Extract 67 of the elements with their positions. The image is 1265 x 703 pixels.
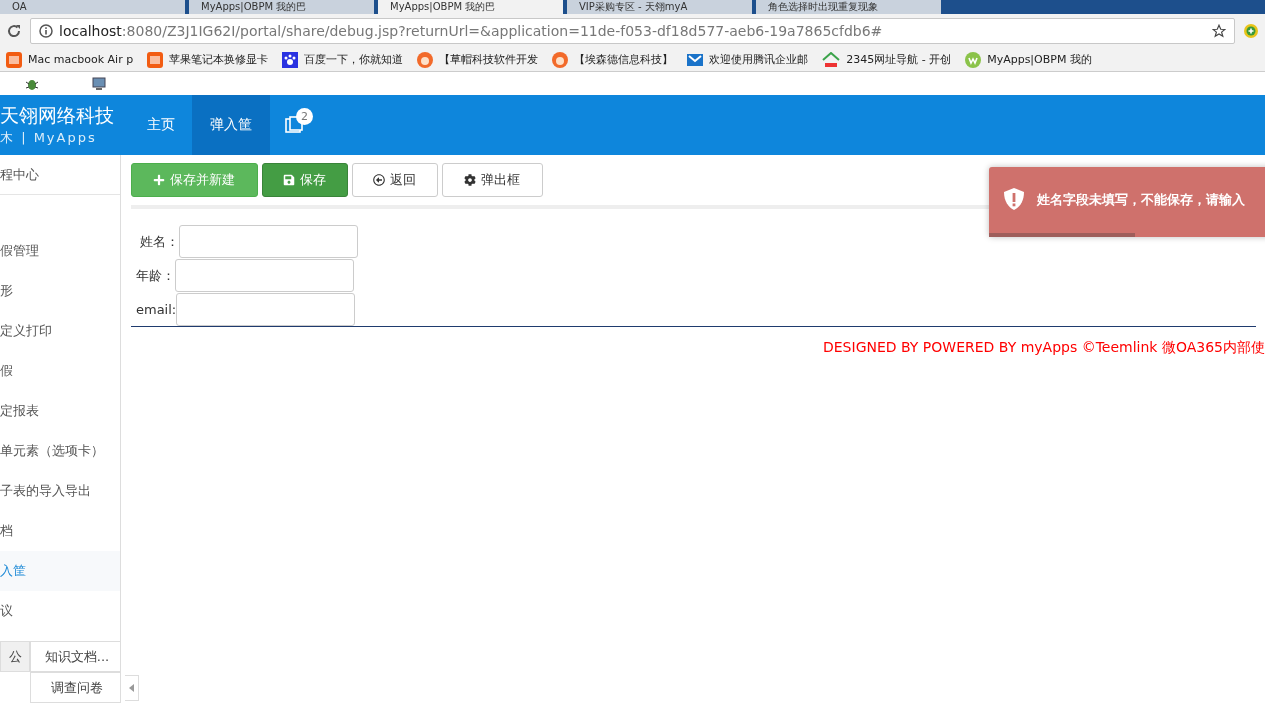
field-label: 年龄：	[136, 266, 175, 285]
sidebar-item[interactable]: 档	[0, 511, 120, 551]
sidebar-item[interactable]: 单元素（选项卡）	[0, 431, 120, 471]
sidebar-item[interactable]: 形	[0, 271, 120, 311]
caret-left-icon	[129, 684, 134, 692]
browser-tab[interactable]: 角色选择时出现重复现象	[756, 0, 941, 14]
info-icon	[39, 24, 53, 38]
bottom-tab[interactable]: 知识文档...	[30, 641, 120, 672]
paw-icon	[282, 51, 299, 68]
field-label: email:	[136, 302, 177, 317]
sidebar-item[interactable]: 议	[0, 591, 120, 631]
toolbar-button[interactable]: 返回	[352, 163, 438, 197]
collapse-handle[interactable]	[125, 675, 139, 701]
nav-tab[interactable]: 弹入筐	[192, 95, 270, 155]
url-text: localhost:8080/Z3J1IG62I/portal/share/debug.jsp?returnUrl=&application=11de-f053-df18d577-aeb6-19a7865cfdb6#	[59, 23, 883, 39]
bookmark[interactable]: 【埃森德信息科技】	[552, 51, 674, 68]
toast-message: 姓名字段未填写，不能保存，请输入	[1037, 190, 1245, 209]
w-logo-icon	[965, 51, 982, 68]
bookmark-label: MyApps|OBPM 我的	[987, 52, 1092, 67]
footer-text: DESIGNED BY POWERED BY myApps ©Teemlink 微OA365内部使	[822, 338, 1265, 357]
address-field[interactable]: localhost:8080/Z3J1IG62I/portal/share/debug.jsp?returnUrl=&application=11de-f053-df18d577-aeb6-19a7865cfdb6#	[30, 18, 1235, 44]
field-label: 姓名：	[140, 232, 179, 251]
bookmark[interactable]: 苹果笔记本换修显卡	[147, 51, 269, 68]
bookmark-label: 百度一下，你就知道	[304, 52, 404, 67]
sidebar-item[interactable]: 定报表	[0, 391, 120, 431]
gear-icon	[464, 174, 477, 186]
plus-icon	[153, 174, 166, 186]
input-field[interactable]	[179, 225, 358, 258]
browser-tab[interactable]: VIP采购专区 - 天翎myA	[567, 0, 752, 14]
reload-icon[interactable]	[6, 23, 22, 39]
nav-tab[interactable]: 主页	[130, 95, 192, 155]
bookmark[interactable]: Mac macbook Air p	[6, 51, 134, 68]
bookmark-label: 苹果笔记本换修显卡	[169, 52, 269, 67]
sidebar-item[interactable]: 子表的导入导出	[0, 471, 120, 511]
browser-tab[interactable]: OA	[0, 0, 185, 14]
bookmark-label: 【埃森德信息科技】	[574, 52, 674, 67]
count-badge: 2	[296, 108, 313, 125]
floppy-icon	[283, 174, 296, 186]
plus-circle-icon[interactable]	[1243, 23, 1259, 39]
sidebar-title: 程中心	[0, 155, 120, 195]
bookmark[interactable]: 百度一下，你就知道	[282, 51, 404, 68]
bookmark[interactable]: 2345网址导航 - 开创	[822, 51, 952, 68]
bookmark-label: 【草帽科技软件开发	[439, 52, 539, 67]
bookmark-label: 欢迎使用腾讯企业邮	[709, 52, 809, 67]
bookmark-label: Mac macbook Air p	[28, 53, 134, 66]
bookmark[interactable]: 欢迎使用腾讯企业邮	[687, 51, 809, 68]
browser-tab[interactable]: MyApps|OBPM 我的巴	[189, 0, 374, 14]
house-icon	[822, 51, 841, 68]
logo-title: 天翎网络科技	[0, 103, 115, 128]
sidebar-item[interactable]: 假管理	[0, 231, 120, 271]
shield-alert-icon	[1003, 187, 1025, 211]
sidebar-item[interactable]: 假	[0, 351, 120, 391]
input-field[interactable]	[176, 293, 356, 326]
bottom-tab[interactable]: 调查问卷	[30, 672, 120, 703]
browser-tab[interactable]: MyApps|OBPM 我的巴	[378, 0, 563, 14]
monitor-icon[interactable]	[92, 76, 106, 91]
sidebar-item[interactable]: 入筐	[0, 551, 120, 591]
star-icon[interactable]	[1212, 24, 1226, 38]
bookmark[interactable]: 【草帽科技软件开发	[417, 51, 539, 68]
logo-subtitle: 木 | MyApps	[0, 129, 98, 147]
toolbar-button[interactable]: 弹出框	[442, 163, 543, 197]
bookmark-label: 2345网址导航 - 开创	[846, 52, 952, 67]
input-field[interactable]	[175, 259, 354, 292]
mail-icon	[687, 51, 704, 68]
sidebar-item[interactable]: 定义打印	[0, 311, 120, 351]
bookmark[interactable]: MyApps|OBPM 我的	[965, 51, 1092, 68]
bottom-tab[interactable]: 公	[0, 641, 30, 672]
